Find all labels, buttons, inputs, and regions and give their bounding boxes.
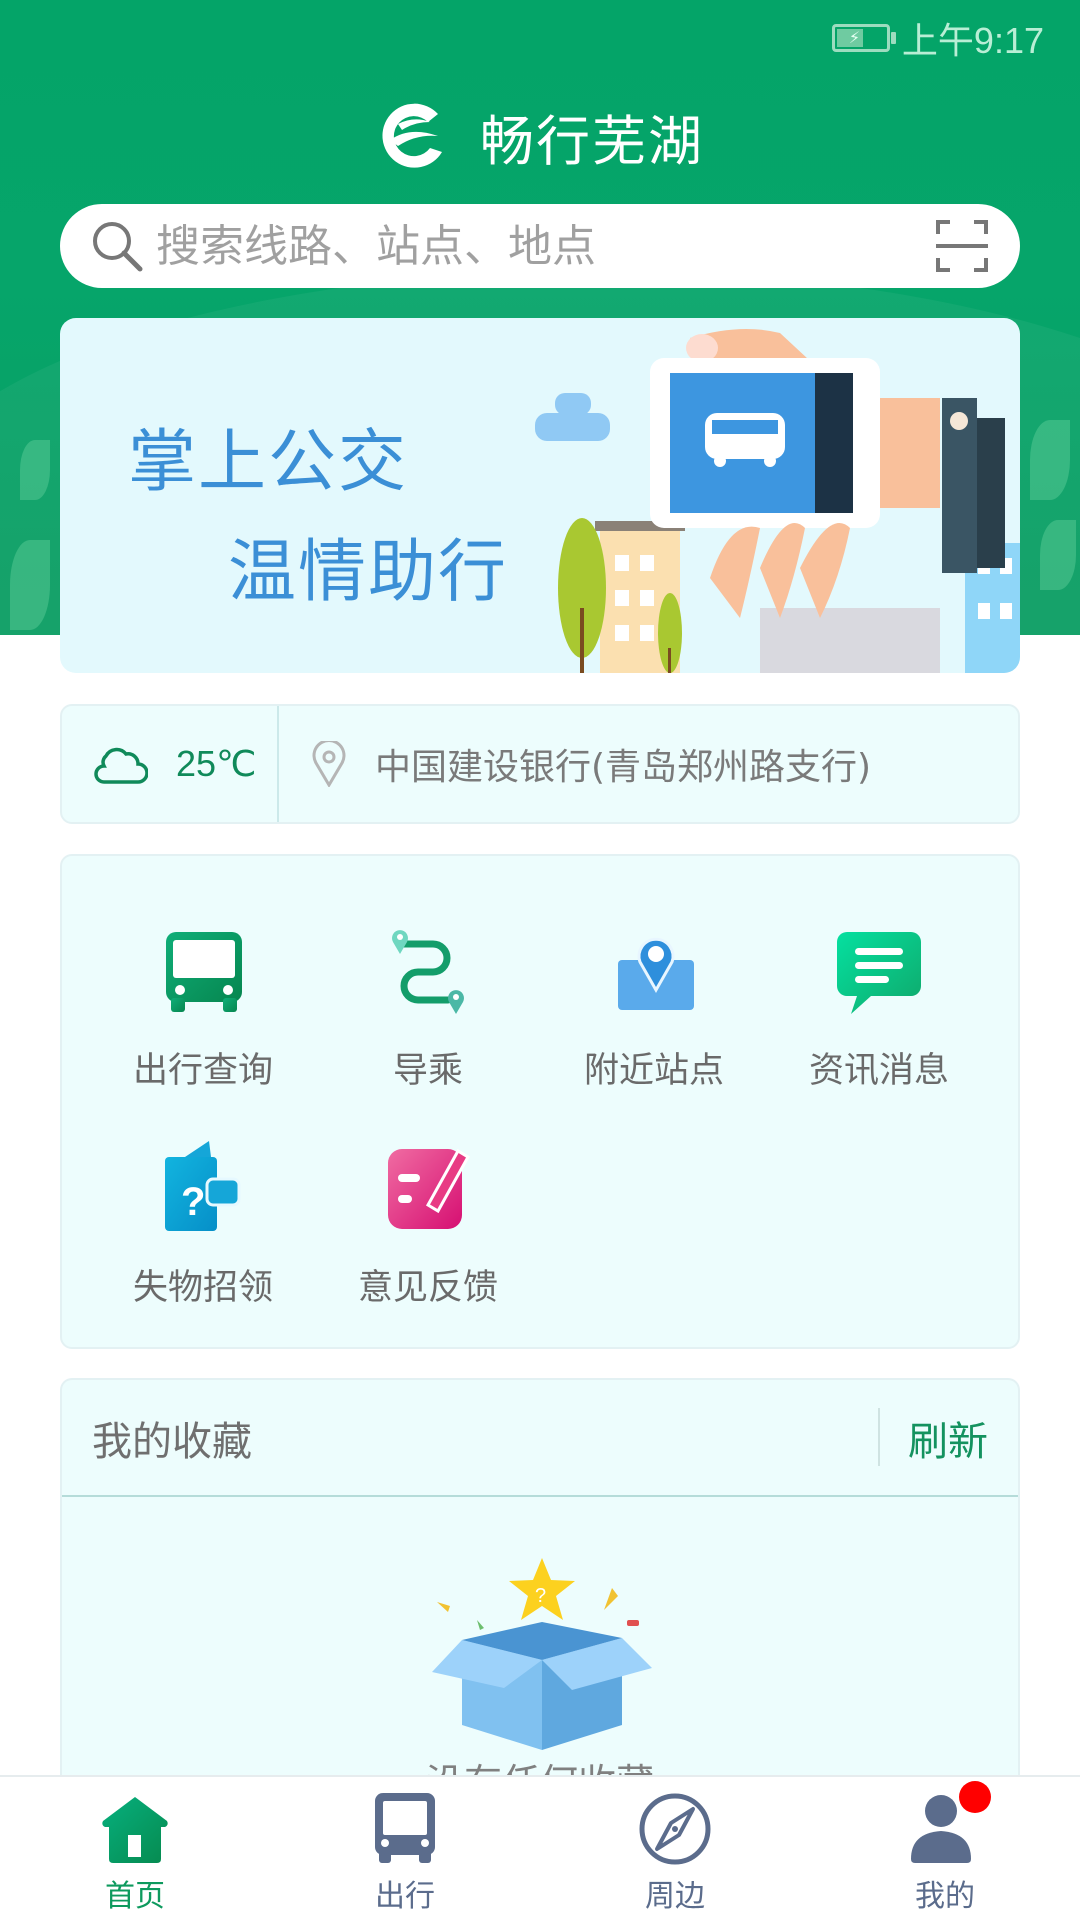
tab-label: 首页 [105, 1879, 165, 1914]
service-label: 失物招领 [132, 1268, 273, 1308]
tab-nearby[interactable]: 周边 [540, 1777, 810, 1920]
services-grid: 出行查询 导乘 附近站点 资讯消息 ? 失物招领 意见反馈 [60, 854, 1020, 1349]
leaf-decoration [10, 540, 50, 630]
scan-icon[interactable] [934, 218, 990, 274]
location-pin-icon [312, 741, 346, 787]
app-logo-icon [382, 103, 442, 168]
service-travel-query[interactable]: 出行查询 [103, 922, 303, 1093]
service-guide[interactable]: 导乘 [328, 922, 528, 1093]
service-label: 附近站点 [583, 1051, 724, 1091]
battery-charging-icon: ⚡ [831, 24, 896, 52]
temperature: 25℃ [176, 743, 257, 784]
search-bar[interactable] [60, 204, 1020, 288]
leaf-decoration [20, 440, 50, 500]
bus-icon [166, 932, 242, 1012]
leaf-decoration [1040, 520, 1076, 590]
app-title: 畅行芜湖 [480, 109, 704, 173]
weather-info: 25℃ [62, 706, 279, 822]
notification-badge [959, 1781, 991, 1813]
service-lost-found[interactable]: ? 失物招领 [103, 1139, 303, 1310]
refresh-button[interactable]: 刷新 [908, 1409, 988, 1467]
service-news[interactable]: 资讯消息 [779, 922, 979, 1093]
banner-illustration [535, 329, 1020, 673]
bus-icon [375, 1793, 435, 1863]
svg-text:?: ? [181, 1180, 205, 1224]
banner-slogan-1: 掌上公交 [128, 423, 409, 502]
message-icon [837, 932, 921, 1014]
route-icon [392, 930, 464, 1014]
service-label: 资讯消息 [808, 1051, 949, 1091]
nearby-map-icon [618, 937, 694, 1010]
service-label: 出行查询 [132, 1051, 273, 1091]
favorites-title: 我的收藏 [92, 1418, 252, 1465]
cloud-icon [94, 747, 148, 784]
favorites-header: 我的收藏 刷新 [62, 1380, 1018, 1497]
promo-banner[interactable]: 掌上公交 温情助行 [60, 318, 1020, 673]
lost-found-icon: ? [165, 1141, 241, 1231]
tab-mine[interactable]: 我的 [810, 1777, 1080, 1920]
svg-text:?: ? [535, 1585, 546, 1607]
leaf-decoration [1030, 420, 1070, 500]
status-time: 上午9:17 [901, 20, 1044, 61]
service-label: 导乘 [392, 1051, 463, 1091]
app-header: 畅行芜湖 [0, 96, 1080, 176]
feedback-icon [388, 1148, 471, 1229]
home-icon [102, 1797, 168, 1863]
search-icon [93, 222, 143, 272]
service-feedback[interactable]: 意见反馈 [328, 1139, 528, 1310]
current-location[interactable]: 中国建设银行(青岛郑州路支行) [279, 738, 871, 790]
status-bar: ⚡ 上午9:17 [831, 14, 1044, 62]
divider [878, 1408, 880, 1466]
search-input[interactable] [156, 220, 934, 272]
tab-label: 周边 [645, 1879, 705, 1914]
tab-label: 我的 [915, 1879, 975, 1914]
service-label: 意见反馈 [357, 1268, 498, 1308]
compass-icon [639, 1793, 711, 1865]
bottom-nav: 首页 出行 周边 我的 [0, 1775, 1080, 1920]
banner-slogan-2: 温情助行 [228, 533, 509, 612]
tab-travel[interactable]: 出行 [270, 1777, 540, 1920]
weather-location-card: 25℃ 中国建设银行(青岛郑州路支行) [60, 704, 1020, 824]
tab-label: 出行 [375, 1879, 435, 1914]
location-text: 中国建设银行(青岛郑州路支行) [375, 747, 872, 788]
favorites-card: 我的收藏 刷新 ? 没有任何收藏 [60, 1378, 1020, 1838]
service-nearby-stops[interactable]: 附近站点 [554, 922, 754, 1093]
tab-home[interactable]: 首页 [0, 1777, 270, 1920]
empty-box-illustration: ? [432, 1558, 652, 1750]
